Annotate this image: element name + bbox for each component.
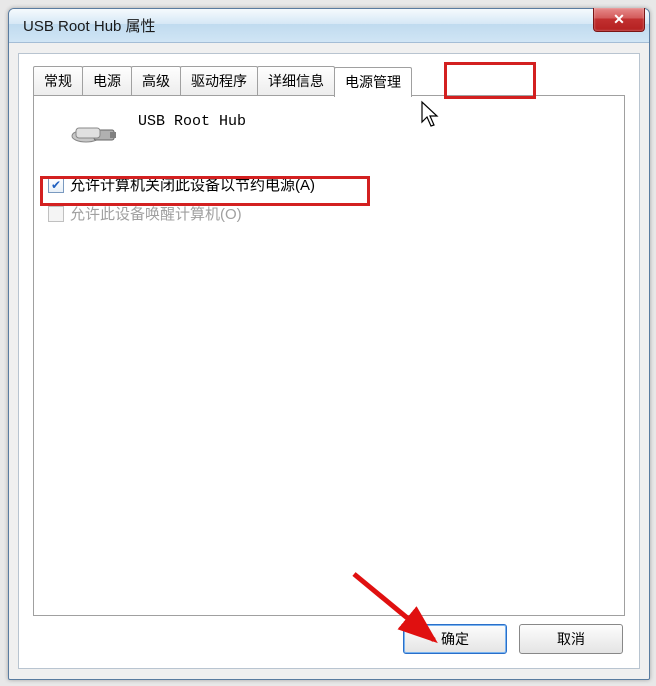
device-header: USB Root Hub xyxy=(70,110,612,146)
tab-driver[interactable]: 驱动程序 xyxy=(180,66,258,96)
client-area: 常规 电源 高级 驱动程序 详细信息 电源管理 USB Root Hub xyxy=(18,53,640,669)
dialog-buttons: 确定 取消 xyxy=(403,624,623,654)
tab-general[interactable]: 常规 xyxy=(33,66,83,96)
device-name: USB Root Hub xyxy=(138,113,246,130)
tab-panel-power-management: USB Root Hub ✔ 允许计算机关闭此设备以节约电源(A) 允许此设备唤… xyxy=(33,95,625,616)
usb-hub-icon xyxy=(70,110,118,146)
checkbox-allow-turn-off-label: 允许计算机关闭此设备以节约电源(A) xyxy=(70,174,315,195)
tab-power[interactable]: 电源 xyxy=(82,66,132,96)
titlebar: USB Root Hub 属性 ✕ xyxy=(9,9,649,43)
ok-button[interactable]: 确定 xyxy=(403,624,507,654)
tab-details[interactable]: 详细信息 xyxy=(257,66,335,96)
checkbox-allow-wake xyxy=(48,206,64,222)
close-button[interactable]: ✕ xyxy=(593,8,645,32)
tab-strip: 常规 电源 高级 驱动程序 详细信息 电源管理 xyxy=(33,66,625,96)
close-icon: ✕ xyxy=(613,11,625,28)
window-title: USB Root Hub 属性 xyxy=(23,15,645,36)
tab-power-management[interactable]: 电源管理 xyxy=(334,67,412,97)
checkbox-allow-turn-off[interactable]: ✔ xyxy=(48,177,64,193)
cancel-button[interactable]: 取消 xyxy=(519,624,623,654)
checkbox-allow-wake-label: 允许此设备唤醒计算机(O) xyxy=(70,203,242,224)
option-allow-wake-row: 允许此设备唤醒计算机(O) xyxy=(48,203,612,224)
option-allow-turn-off-row: ✔ 允许计算机关闭此设备以节约电源(A) xyxy=(48,174,612,195)
properties-dialog: USB Root Hub 属性 ✕ 常规 电源 高级 驱动程序 详细信息 电源管… xyxy=(8,8,650,680)
tab-advanced[interactable]: 高级 xyxy=(131,66,181,96)
